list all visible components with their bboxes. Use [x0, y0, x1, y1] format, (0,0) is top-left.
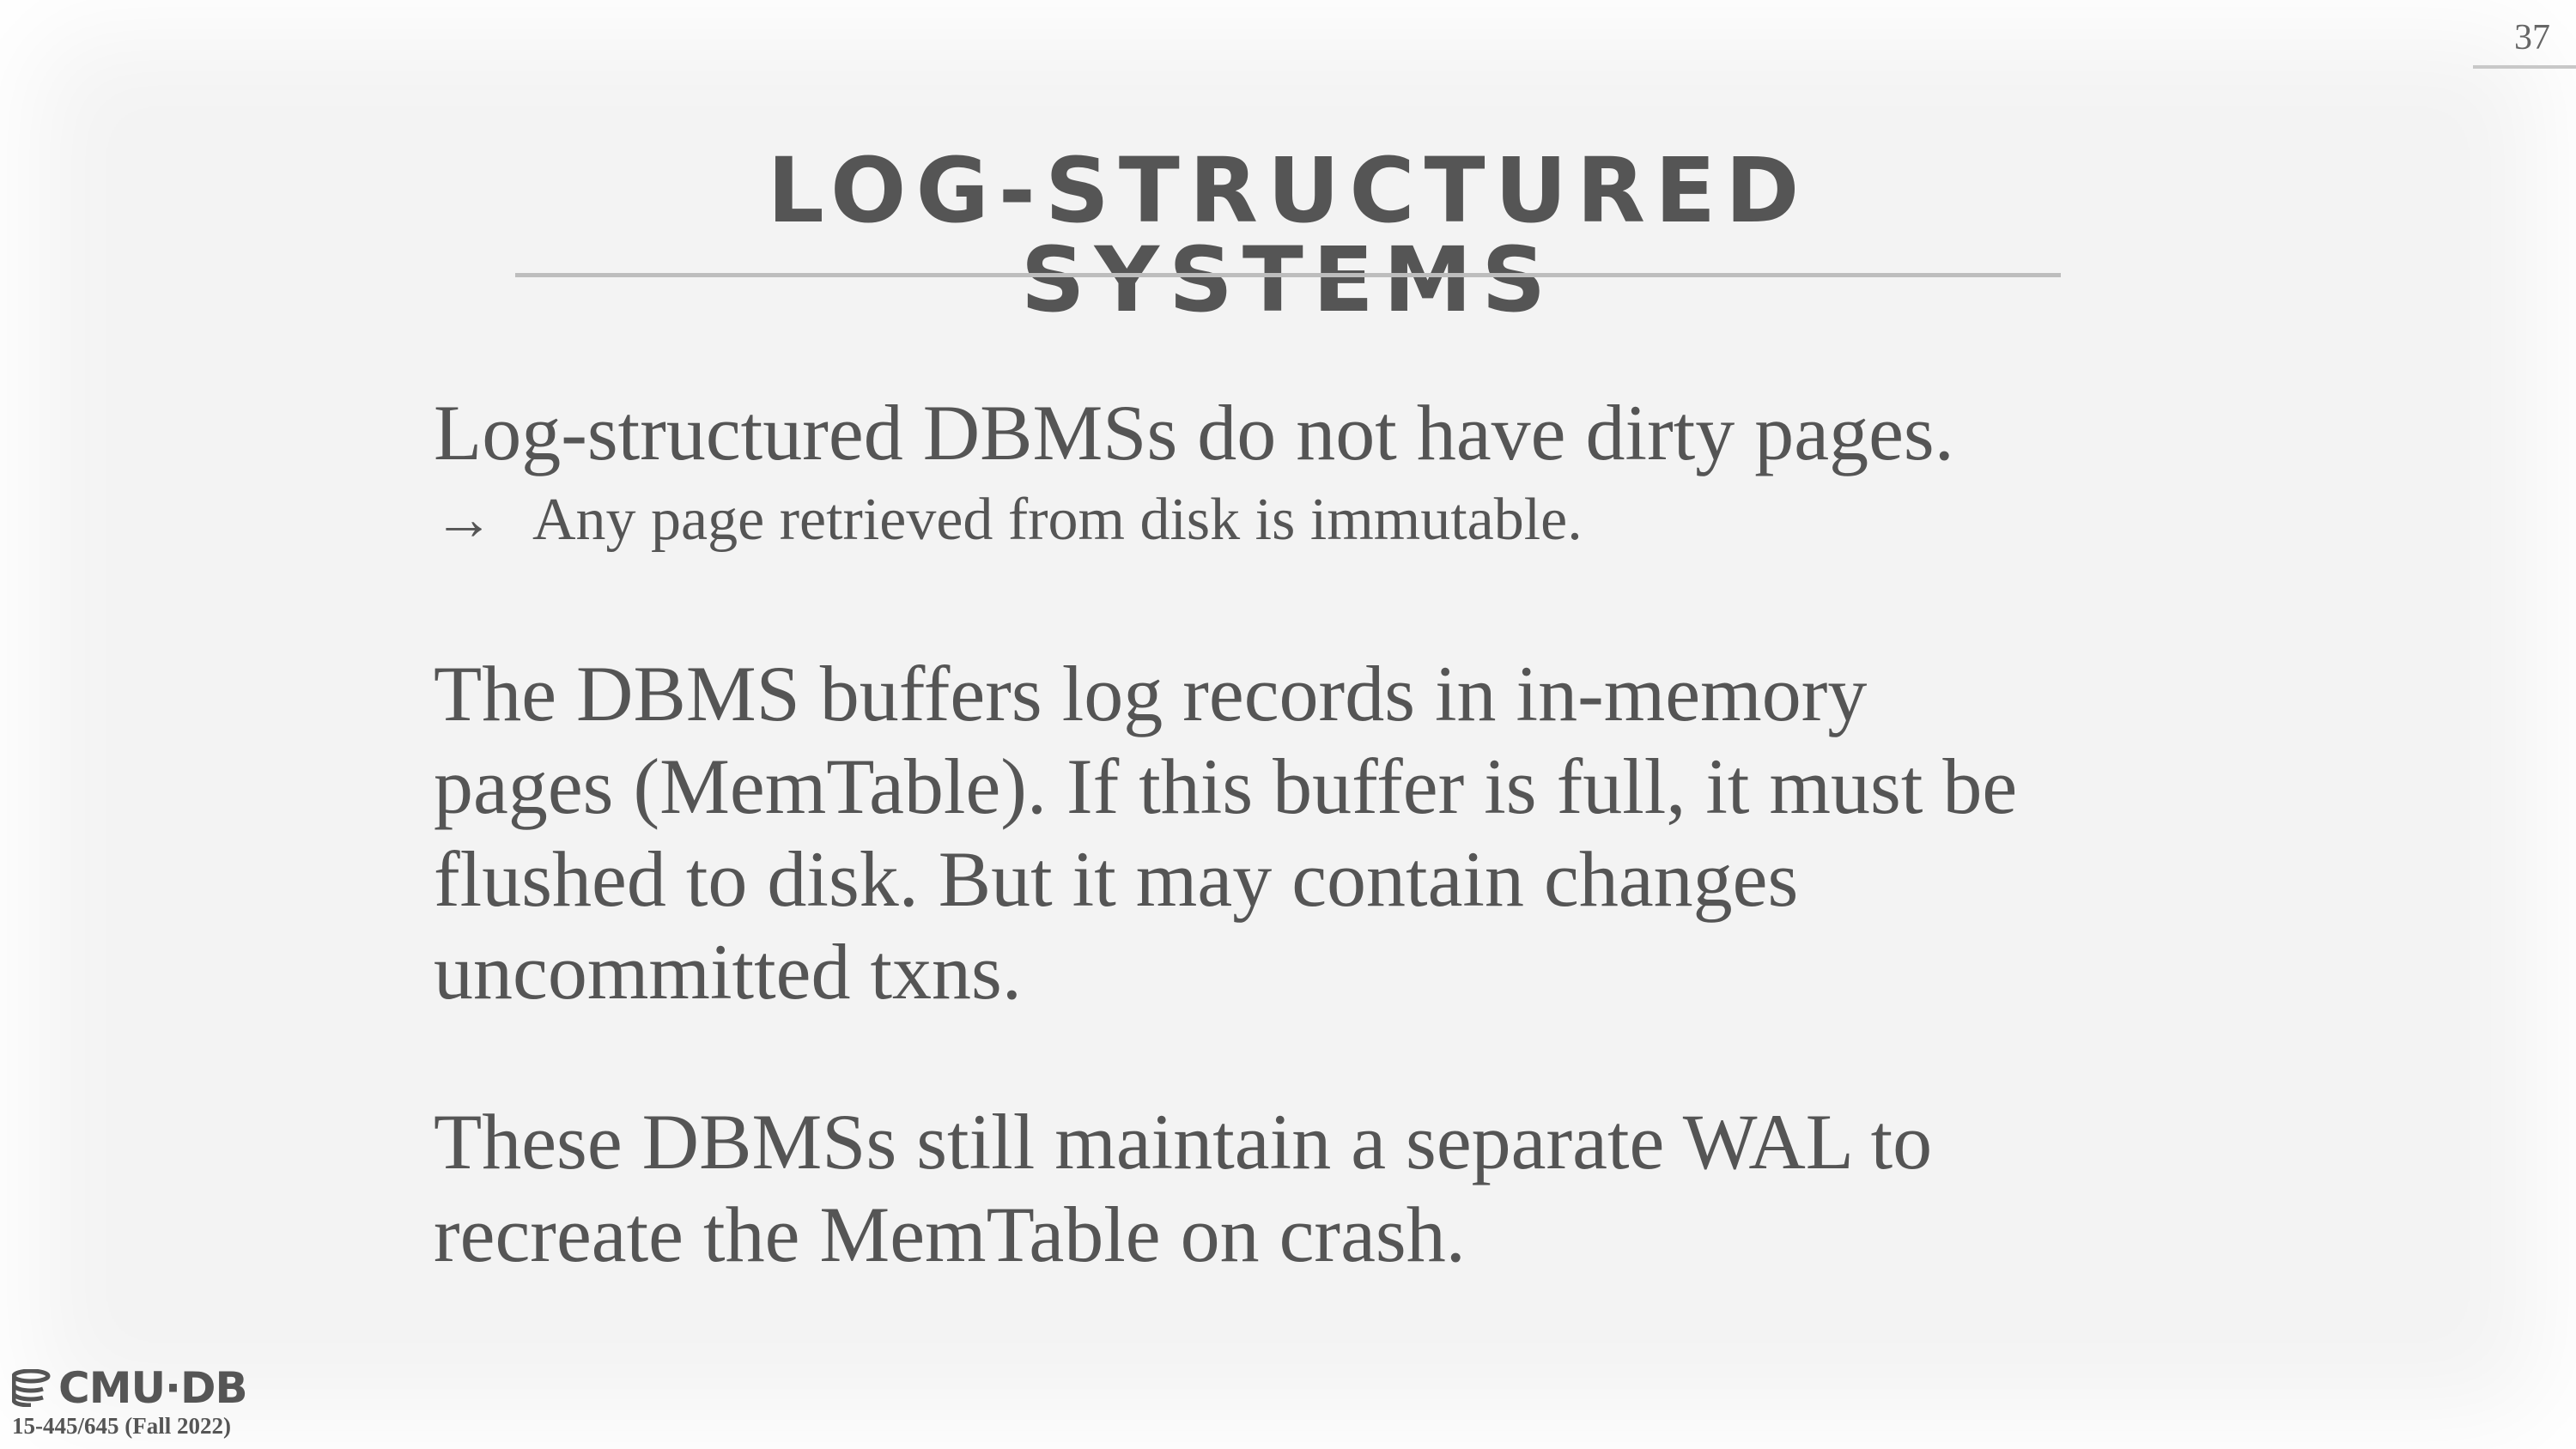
arrow-icon: → — [434, 487, 494, 553]
cmu-db-logo: CMU·DB — [12, 1363, 248, 1413]
title-underline — [515, 273, 2061, 277]
slide-content: Log-structured DBMSs do not have dirty p… — [434, 386, 2151, 1281]
page-number-rule — [2473, 65, 2576, 69]
course-label: 15-445/645 (Fall 2022) — [12, 1413, 231, 1439]
page-number: 37 — [2514, 18, 2550, 58]
sub-bullet-1-text: Any page retrieved from disk is immutabl… — [532, 487, 1583, 553]
logo-text: CMU·DB — [58, 1363, 248, 1413]
bullet-3-line-1: These DBMSs still maintain a separate WA… — [434, 1098, 1933, 1185]
bullet-2-line-3: flushed to disk. But it may contain chan… — [434, 835, 1799, 923]
bullet-2-line-2: pages (MemTable). If this buffer is full… — [434, 743, 2018, 830]
bullet-3-line-2: recreate the MemTable on crash. — [434, 1191, 1466, 1278]
slide-title: LOG-STRUCTURED SYSTEMS — [767, 138, 1809, 332]
bullet-2-line-4: uncommitted txns. — [434, 928, 1022, 1016]
bullet-1: Log-structured DBMSs do not have dirty p… — [434, 389, 1954, 476]
bullet-2-line-1: The DBMS buffers log records in in-memor… — [434, 650, 1868, 737]
slide: 37 LOG-STRUCTURED SYSTEMS Log-structured… — [0, 0, 2576, 1449]
database-icon — [12, 1369, 51, 1407]
sub-bullet-1: → Any page retrieved from disk is immuta… — [434, 479, 2151, 561]
